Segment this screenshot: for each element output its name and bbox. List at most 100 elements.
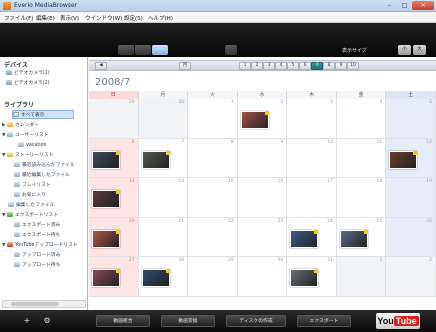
calendar-day-cell[interactable]: 18 bbox=[336, 178, 387, 218]
zoom-large-button[interactable]: 大 bbox=[413, 45, 426, 55]
merge-video-button[interactable]: 動画統合 bbox=[96, 315, 150, 327]
calendar-day-cell[interactable]: 24 bbox=[287, 217, 337, 258]
sidebar-item-recent-edited[interactable]: 最近編集したファイル bbox=[14, 171, 70, 180]
sidebar-item-recent-imported[interactable]: 最近読み込んだファイル bbox=[14, 161, 75, 170]
video-thumbnail[interactable] bbox=[141, 150, 170, 169]
calendar-day-cell[interactable]: 29 bbox=[89, 99, 139, 139]
calendar-day-cell[interactable]: 11 bbox=[336, 138, 387, 179]
video-thumbnail[interactable] bbox=[290, 269, 319, 288]
edit-mode-button[interactable] bbox=[225, 45, 237, 55]
month-nav-button[interactable]: 1 bbox=[239, 62, 251, 70]
video-thumbnail[interactable] bbox=[290, 229, 319, 248]
scrollbar-thumb[interactable] bbox=[11, 302, 59, 306]
menu-help[interactable]: ヘルプ(H) bbox=[148, 14, 173, 22]
calendar-day-cell[interactable]: 3 bbox=[287, 99, 337, 139]
menu-window[interactable]: ウインドウ(W) bbox=[85, 14, 122, 22]
sidebar-item-playlist[interactable]: プレイリスト bbox=[14, 181, 51, 190]
export-button[interactable]: エクスポート bbox=[297, 315, 351, 327]
calendar-day-cell[interactable]: 6 bbox=[89, 138, 139, 179]
sidebar-item-all[interactable]: すべて表示 bbox=[12, 110, 74, 119]
calendar-day-cell[interactable]: 1 bbox=[336, 257, 387, 297]
calendar-day-cell[interactable]: 22 bbox=[188, 217, 238, 258]
sidebar-item-exported[interactable]: エクスポート済み bbox=[14, 221, 60, 230]
sidebar-item-calendar[interactable]: ▶ カレンダー bbox=[2, 121, 39, 130]
video-thumbnail[interactable] bbox=[339, 229, 368, 248]
calendar-day-cell[interactable]: 21 bbox=[138, 217, 189, 258]
sidebar-item-userlist[interactable]: ▼ ユーザーリスト bbox=[2, 131, 48, 140]
close-button[interactable]: ✕ bbox=[412, 1, 434, 10]
calendar-day-cell[interactable]: 8 bbox=[188, 138, 238, 179]
calendar-day-cell[interactable]: 26 bbox=[386, 217, 436, 258]
sidebar-item-export-pending[interactable]: エクスポート待ち bbox=[14, 231, 60, 240]
menu-file[interactable]: ファイル(F) bbox=[4, 14, 33, 22]
calendar-day-cell[interactable]: 19 bbox=[386, 178, 436, 218]
calendar-day-cell[interactable]: 1 bbox=[188, 99, 238, 139]
menu-edit[interactable]: 編集(E) bbox=[36, 14, 55, 22]
calendar-day-cell[interactable]: 15 bbox=[188, 178, 238, 218]
calendar-day-cell[interactable]: 27 bbox=[89, 257, 139, 297]
create-disc-button[interactable]: ディスクの作成 bbox=[226, 315, 286, 327]
calendar-day-cell[interactable]: 16 bbox=[237, 178, 288, 218]
prev-month-button[interactable]: ◀ bbox=[95, 62, 107, 70]
sidebar-device-2[interactable]: ビデオカメラ(2) bbox=[6, 79, 50, 88]
menu-view[interactable]: 表示(V) bbox=[60, 14, 79, 22]
calendar-day-cell[interactable]: 13 bbox=[89, 178, 139, 218]
view-mode-calendar-button[interactable] bbox=[152, 45, 168, 55]
sidebar-item-exportlist[interactable]: ▼ エクスポートリスト bbox=[2, 211, 58, 220]
calendar-day-cell[interactable]: 7 bbox=[138, 138, 189, 179]
month-nav-button[interactable]: 9 bbox=[335, 62, 347, 70]
maximize-button[interactable]: □ bbox=[397, 1, 412, 10]
tools-icon[interactable]: ⚙ bbox=[40, 314, 54, 327]
calendar-day-cell[interactable]: 10 bbox=[287, 138, 337, 179]
month-nav-button[interactable]: 3 bbox=[263, 62, 275, 70]
sidebar-item-favorites[interactable]: お気に入り bbox=[14, 191, 46, 200]
calendar-day-cell[interactable]: 14 bbox=[138, 178, 189, 218]
month-nav-button[interactable]: 10 bbox=[347, 62, 359, 70]
add-icon[interactable]: + bbox=[20, 314, 34, 327]
video-thumbnail[interactable] bbox=[389, 150, 418, 169]
video-thumbnail[interactable] bbox=[92, 190, 120, 209]
view-mode-list-button[interactable] bbox=[118, 45, 134, 55]
calendar-day-cell[interactable]: 17 bbox=[287, 178, 337, 218]
calendar-day-cell[interactable]: 29 bbox=[188, 257, 238, 297]
calendar-day-cell[interactable]: 28 bbox=[138, 257, 189, 297]
month-nav-button[interactable]: 7 bbox=[311, 62, 323, 70]
video-thumbnail[interactable] bbox=[240, 111, 269, 129]
calendar-day-cell[interactable]: 4 bbox=[336, 99, 387, 139]
month-nav-button[interactable]: 4 bbox=[275, 62, 287, 70]
video-thumbnail[interactable] bbox=[92, 229, 120, 248]
sidebar-device-1[interactable]: ビデオカメラ(1) bbox=[6, 69, 50, 78]
video-thumbnail[interactable] bbox=[92, 150, 120, 169]
calendar-day-cell[interactable]: 2 bbox=[386, 257, 436, 297]
calendar-day-cell[interactable]: 5 bbox=[386, 99, 436, 139]
calendar-day-cell[interactable]: 30 bbox=[237, 257, 288, 297]
sidebar-item-upload-pending[interactable]: アップロード待ち bbox=[14, 261, 60, 270]
month-nav-button[interactable]: 2 bbox=[251, 62, 263, 70]
video-thumbnail[interactable] bbox=[92, 269, 120, 288]
view-mode-thumb-button[interactable] bbox=[135, 45, 151, 55]
sidebar-item-uploaded[interactable]: アップロード済み bbox=[14, 251, 60, 260]
month-nav-button[interactable]: 6 bbox=[299, 62, 311, 70]
sidebar-scrollbar[interactable] bbox=[2, 300, 86, 308]
youtube-upload-button[interactable]: You Tube bbox=[376, 313, 420, 329]
sidebar-item-vacation[interactable]: vacation bbox=[18, 141, 47, 150]
menu-settings[interactable]: 設定(S) bbox=[124, 14, 143, 22]
calendar-day-cell[interactable]: 31 bbox=[287, 257, 337, 297]
calendar-day-cell[interactable]: 25 bbox=[336, 217, 387, 258]
sidebar-item-storylist[interactable]: ▼ ストーリーリスト bbox=[2, 151, 53, 160]
month-nav-button[interactable]: 5 bbox=[287, 62, 299, 70]
calendar-day-cell[interactable]: 2 bbox=[237, 99, 288, 139]
minimize-button[interactable]: – bbox=[382, 1, 397, 10]
month-nav-button[interactable]: 月 bbox=[179, 62, 191, 70]
calendar-day-cell[interactable]: 12 bbox=[386, 138, 436, 179]
calendar-day-cell[interactable]: 20 bbox=[89, 217, 139, 258]
sidebar-item-edited[interactable]: 編集したファイル bbox=[8, 201, 54, 210]
zoom-small-button[interactable]: 小 bbox=[398, 45, 411, 55]
calendar-day-cell[interactable]: 9 bbox=[237, 138, 288, 179]
calendar-day-cell[interactable]: 30 bbox=[138, 99, 189, 139]
sidebar-item-youtube[interactable]: ▼ YouTubeアップロードリスト bbox=[2, 241, 78, 250]
convert-video-button[interactable]: 動画変換 bbox=[161, 315, 215, 327]
calendar-day-cell[interactable]: 23 bbox=[237, 217, 288, 258]
video-thumbnail[interactable] bbox=[141, 269, 170, 288]
month-nav-button[interactable]: 8 bbox=[323, 62, 335, 70]
